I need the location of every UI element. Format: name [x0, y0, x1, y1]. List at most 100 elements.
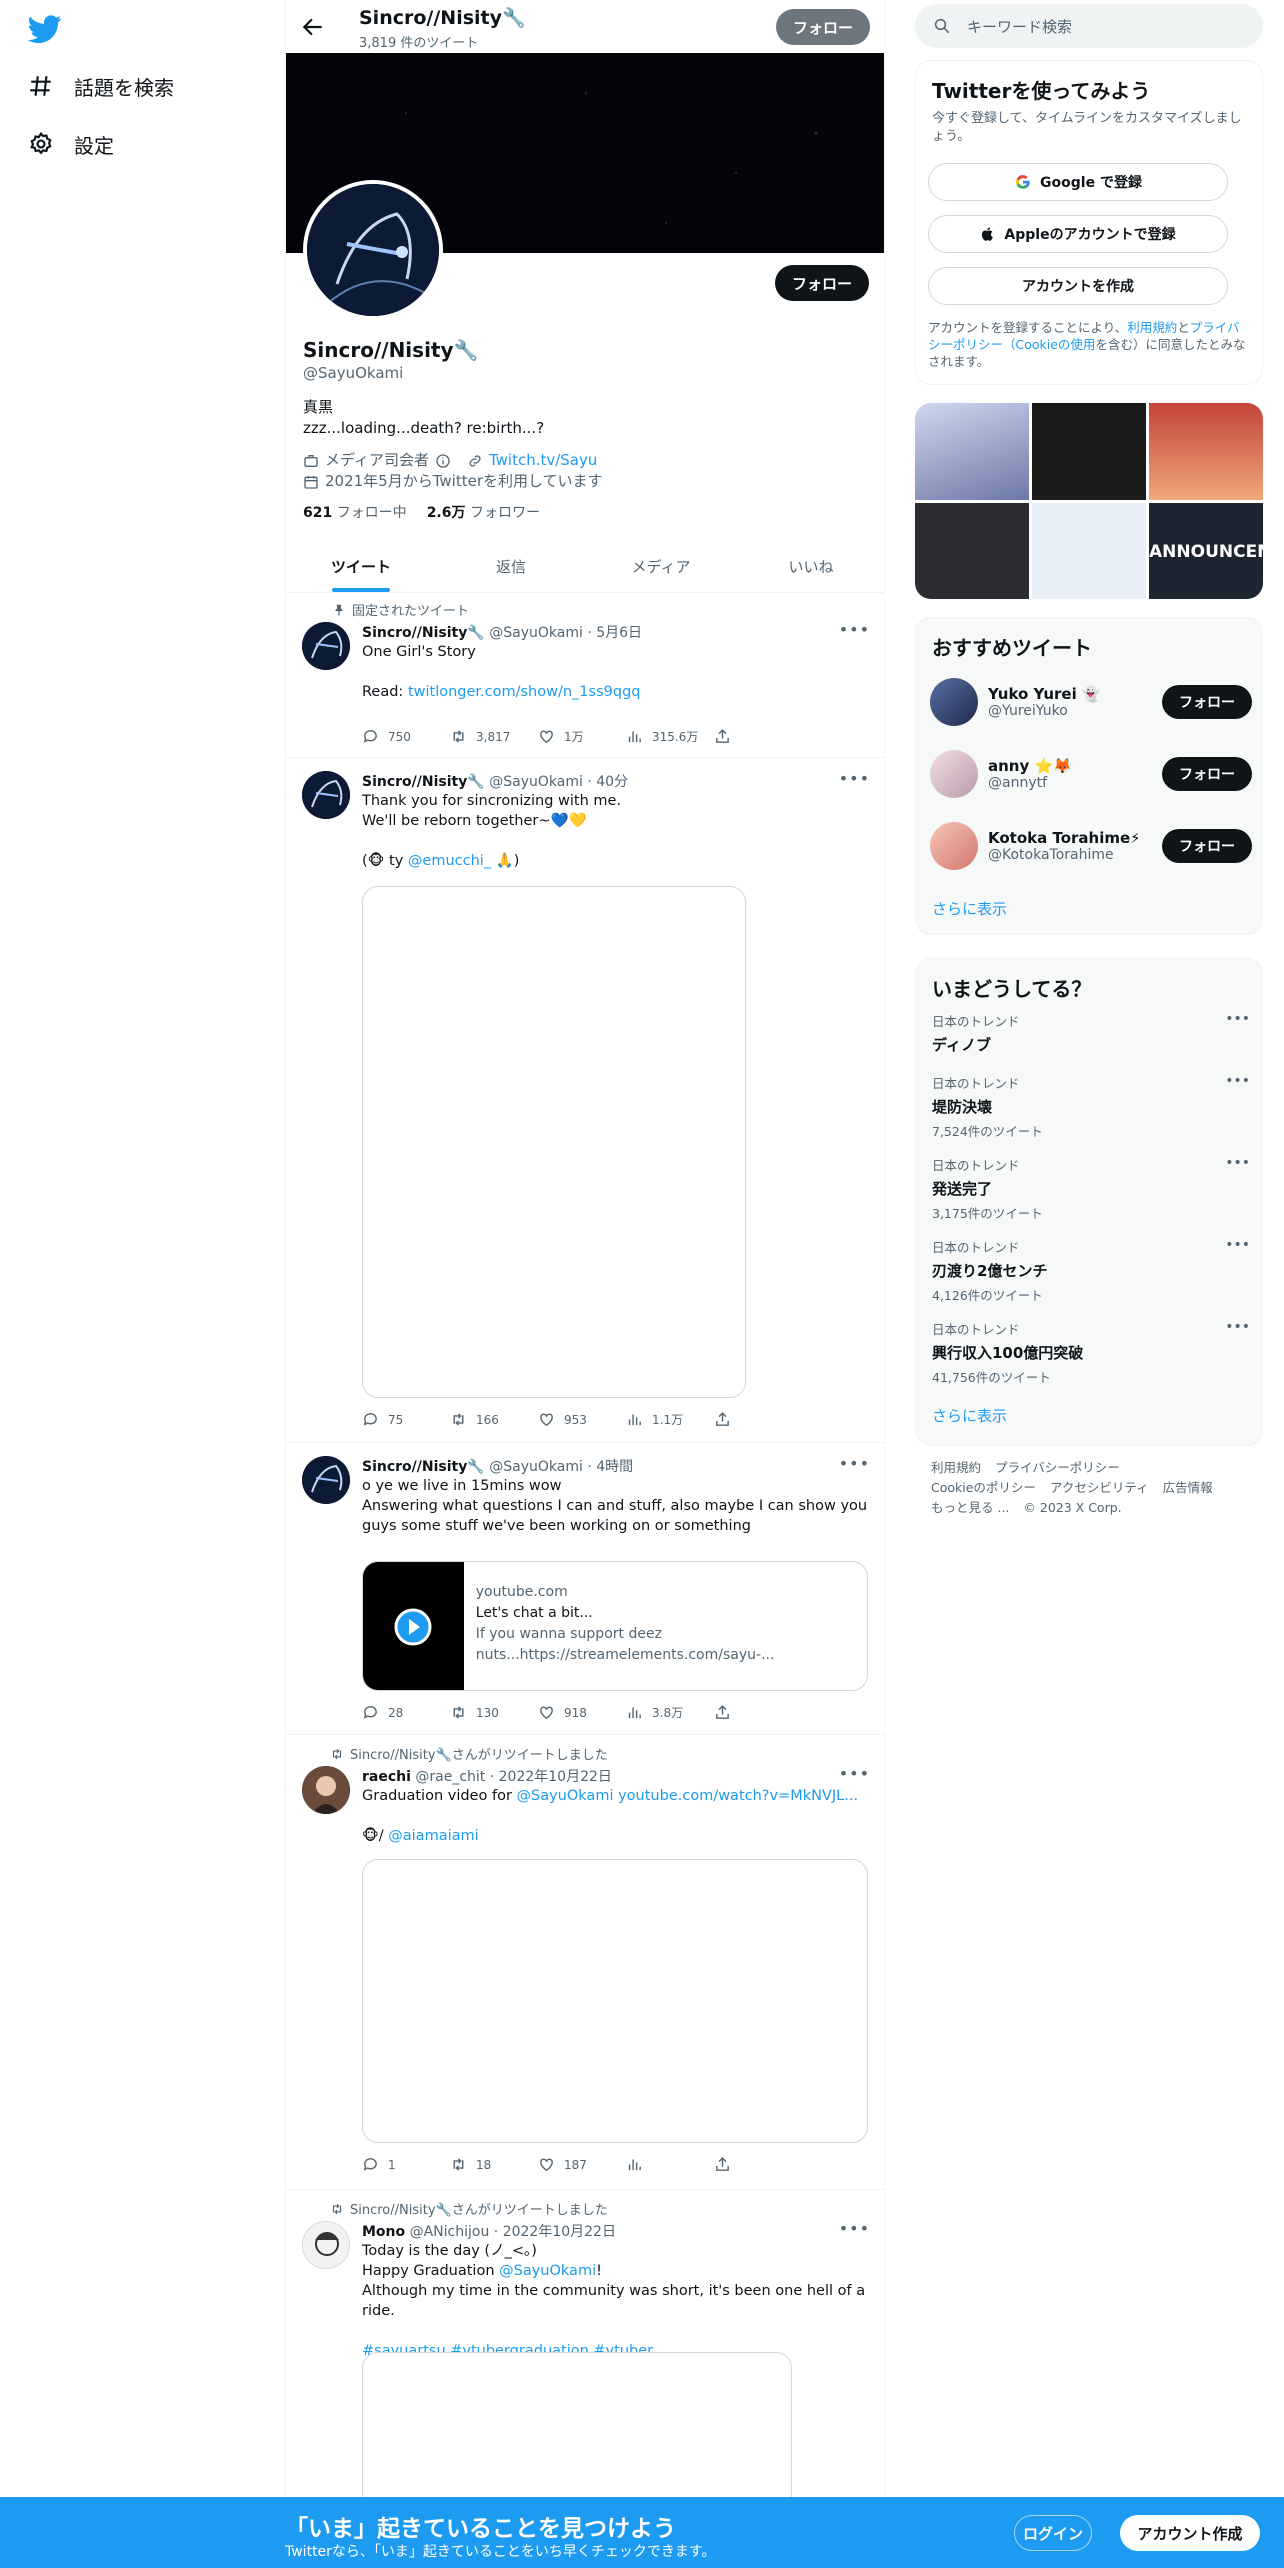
more-options-icon[interactable]: •••	[839, 620, 870, 639]
tweet-author[interactable]: raechi	[362, 1769, 411, 1785]
media-thumb[interactable]	[915, 503, 1029, 599]
retweet-button[interactable]: 130	[450, 1704, 538, 1721]
share-button[interactable]	[714, 728, 802, 745]
tweet-link[interactable]: youtube.com/watch?v=MkNVJL...	[618, 1788, 858, 1804]
like-button[interactable]: 1万	[538, 728, 626, 745]
views-button[interactable]: 1.1万	[626, 1411, 714, 1428]
tweet-time[interactable]: 4時間	[596, 1459, 633, 1475]
views-button[interactable]: 315.6万	[626, 728, 714, 745]
trend-item[interactable]: 日本のトレンド 興行収入100億円突破 41,756件のツイート •••	[932, 1319, 1250, 1386]
retweeted-text[interactable]: Sincro//Nisity🔧さんがリツイートしました	[350, 2199, 608, 2218]
tweet-mention[interactable]: @aiamaiami	[388, 1828, 478, 1844]
tweet-item[interactable]: Sincro//Nisity🔧 @SayuOkami · 4時間 ••• o y…	[286, 1444, 884, 1735]
footer-link[interactable]: プライバシーポリシー	[995, 1460, 1120, 1475]
reply-button[interactable]: 750	[362, 728, 450, 745]
reply-button[interactable]: 1	[362, 2156, 450, 2173]
show-more-link[interactable]: さらに表示	[932, 898, 1007, 919]
trend-item[interactable]: 日本のトレンド ディノブ •••	[932, 1011, 1250, 1055]
avatar[interactable]	[302, 2221, 350, 2269]
retweet-button[interactable]: 3,817	[450, 728, 538, 745]
profile-follow-button[interactable]: フォロー	[775, 265, 869, 301]
avatar[interactable]	[302, 771, 350, 819]
tweet-media[interactable]	[362, 886, 746, 1398]
create-account-button[interactable]: アカウントを作成	[928, 267, 1228, 305]
terms-link[interactable]: 利用規約	[1127, 320, 1177, 335]
trend-item[interactable]: 日本のトレンド 刃渡り2億センチ 4,126件のツイート •••	[932, 1237, 1250, 1304]
search-input[interactable]: キーワード検索	[967, 16, 1072, 37]
views-button[interactable]	[626, 2156, 714, 2173]
tweet-time[interactable]: 2022年10月22日	[499, 1769, 612, 1785]
more-options-icon[interactable]: •••	[839, 1454, 870, 1473]
tweet-item[interactable]: Sincro//Nisity🔧 @SayuOkami · 40分 ••• Tha…	[286, 759, 884, 1443]
tweet-author[interactable]: Sincro//Nisity🔧	[362, 1459, 485, 1475]
nav-explore[interactable]: 話題を検索	[28, 66, 174, 106]
twitter-logo-icon[interactable]	[28, 12, 62, 46]
tweet-mention[interactable]: @emucchi_	[408, 853, 491, 869]
share-button[interactable]	[714, 1704, 802, 1721]
search-bar[interactable]: キーワード検索	[915, 4, 1263, 48]
retweeted-text[interactable]: Sincro//Nisity🔧さんがリツイートしました	[350, 1744, 608, 1763]
more-options-icon[interactable]: •••	[839, 2219, 870, 2238]
retweet-button[interactable]: 166	[450, 1411, 538, 1428]
more-options-icon[interactable]: •••	[839, 1764, 870, 1783]
like-button[interactable]: 953	[538, 1411, 626, 1428]
avatar[interactable]	[302, 622, 350, 670]
following-stat[interactable]: 621 フォロー中	[303, 502, 407, 522]
more-options-icon[interactable]: •••	[1225, 1011, 1250, 1027]
signup-button[interactable]: アカウント作成	[1120, 2515, 1260, 2551]
tweet-mention[interactable]: @SayuOkami	[499, 2263, 596, 2279]
tweet-author[interactable]: Sincro//Nisity🔧	[362, 774, 485, 790]
retweet-button[interactable]: 18	[450, 2156, 538, 2173]
trend-item[interactable]: 日本のトレンド 発送完了 3,175件のツイート •••	[932, 1155, 1250, 1222]
tweet-link[interactable]: twitlonger.com/show/n_1ss9qgq	[408, 684, 641, 700]
tweet-author[interactable]: Mono	[362, 2224, 405, 2240]
show-more-link[interactable]: さらに表示	[932, 1405, 1007, 1426]
media-thumb[interactable]	[1032, 503, 1146, 599]
rec-user[interactable]: Kotoka Torahime⚡…@KotokaTorahime フォロー	[930, 818, 1252, 874]
footer-link[interactable]: アクセシビリティ	[1050, 1480, 1149, 1495]
rec-follow-button[interactable]: フォロー	[1162, 685, 1252, 719]
profile-avatar[interactable]	[303, 180, 443, 320]
media-thumb[interactable]: ANNOUNCEME	[1149, 503, 1263, 599]
profile-link[interactable]: Twitch.tv/Sayu	[489, 450, 597, 471]
tweet-media[interactable]	[362, 1859, 868, 2143]
footer-link[interactable]: 広告情報	[1163, 1480, 1213, 1495]
like-button[interactable]: 918	[538, 1704, 626, 1721]
views-button[interactable]: 3.8万	[626, 1704, 714, 1721]
rec-follow-button[interactable]: フォロー	[1162, 829, 1252, 863]
tweet-time[interactable]: 40分	[596, 774, 628, 790]
footer-link[interactable]: もっと見る ...	[931, 1500, 1009, 1515]
tab-media[interactable]: メディア	[586, 540, 736, 592]
media-thumb[interactable]	[1032, 403, 1146, 500]
footer-link[interactable]: Cookieのポリシー	[931, 1480, 1036, 1495]
login-button[interactable]: ログイン	[1014, 2515, 1092, 2551]
more-options-icon[interactable]: •••	[1225, 1155, 1250, 1171]
tweet-mention[interactable]: @SayuOkami	[517, 1788, 614, 1804]
tweet-time[interactable]: 2022年10月22日	[503, 2224, 616, 2240]
info-icon[interactable]	[435, 453, 451, 469]
share-button[interactable]	[714, 1411, 802, 1428]
more-options-icon[interactable]: •••	[1225, 1073, 1250, 1089]
rec-user[interactable]: Yuko Yurei 👻 @YureiYuko フォロー	[930, 674, 1252, 730]
trend-item[interactable]: 日本のトレンド 堤防決壊 7,524件のツイート •••	[932, 1073, 1250, 1140]
more-options-icon[interactable]: •••	[1225, 1237, 1250, 1253]
like-button[interactable]: 187	[538, 2156, 626, 2173]
header-follow-button[interactable]: フォロー	[776, 9, 870, 45]
tweet-time[interactable]: 5月6日	[596, 625, 642, 641]
google-signup-button[interactable]: Google で登録	[928, 163, 1228, 201]
tab-tweets[interactable]: ツイート	[286, 540, 436, 592]
media-thumb[interactable]	[915, 403, 1029, 500]
media-thumb[interactable]	[1149, 403, 1263, 500]
more-options-icon[interactable]: •••	[1225, 1319, 1250, 1335]
avatar[interactable]	[302, 1766, 350, 1814]
nav-settings[interactable]: 設定	[28, 124, 114, 164]
link-card[interactable]: youtube.com Let's chat a bit... If you w…	[362, 1561, 868, 1691]
reply-button[interactable]: 28	[362, 1704, 450, 1721]
more-options-icon[interactable]: •••	[839, 769, 870, 788]
share-button[interactable]	[714, 2156, 802, 2173]
tweet-author[interactable]: Sincro//Nisity🔧	[362, 625, 485, 641]
tweet-item[interactable]: Sincro//Nisity🔧さんがリツイートしました raechi @rae_…	[286, 1736, 884, 2190]
followers-stat[interactable]: 2.6万 フォロワー	[427, 502, 540, 522]
tab-replies[interactable]: 返信	[436, 540, 586, 592]
tweet-item[interactable]: 固定されたツイート Sincro//Nisity🔧 @SayuOkami · 5…	[286, 594, 884, 758]
